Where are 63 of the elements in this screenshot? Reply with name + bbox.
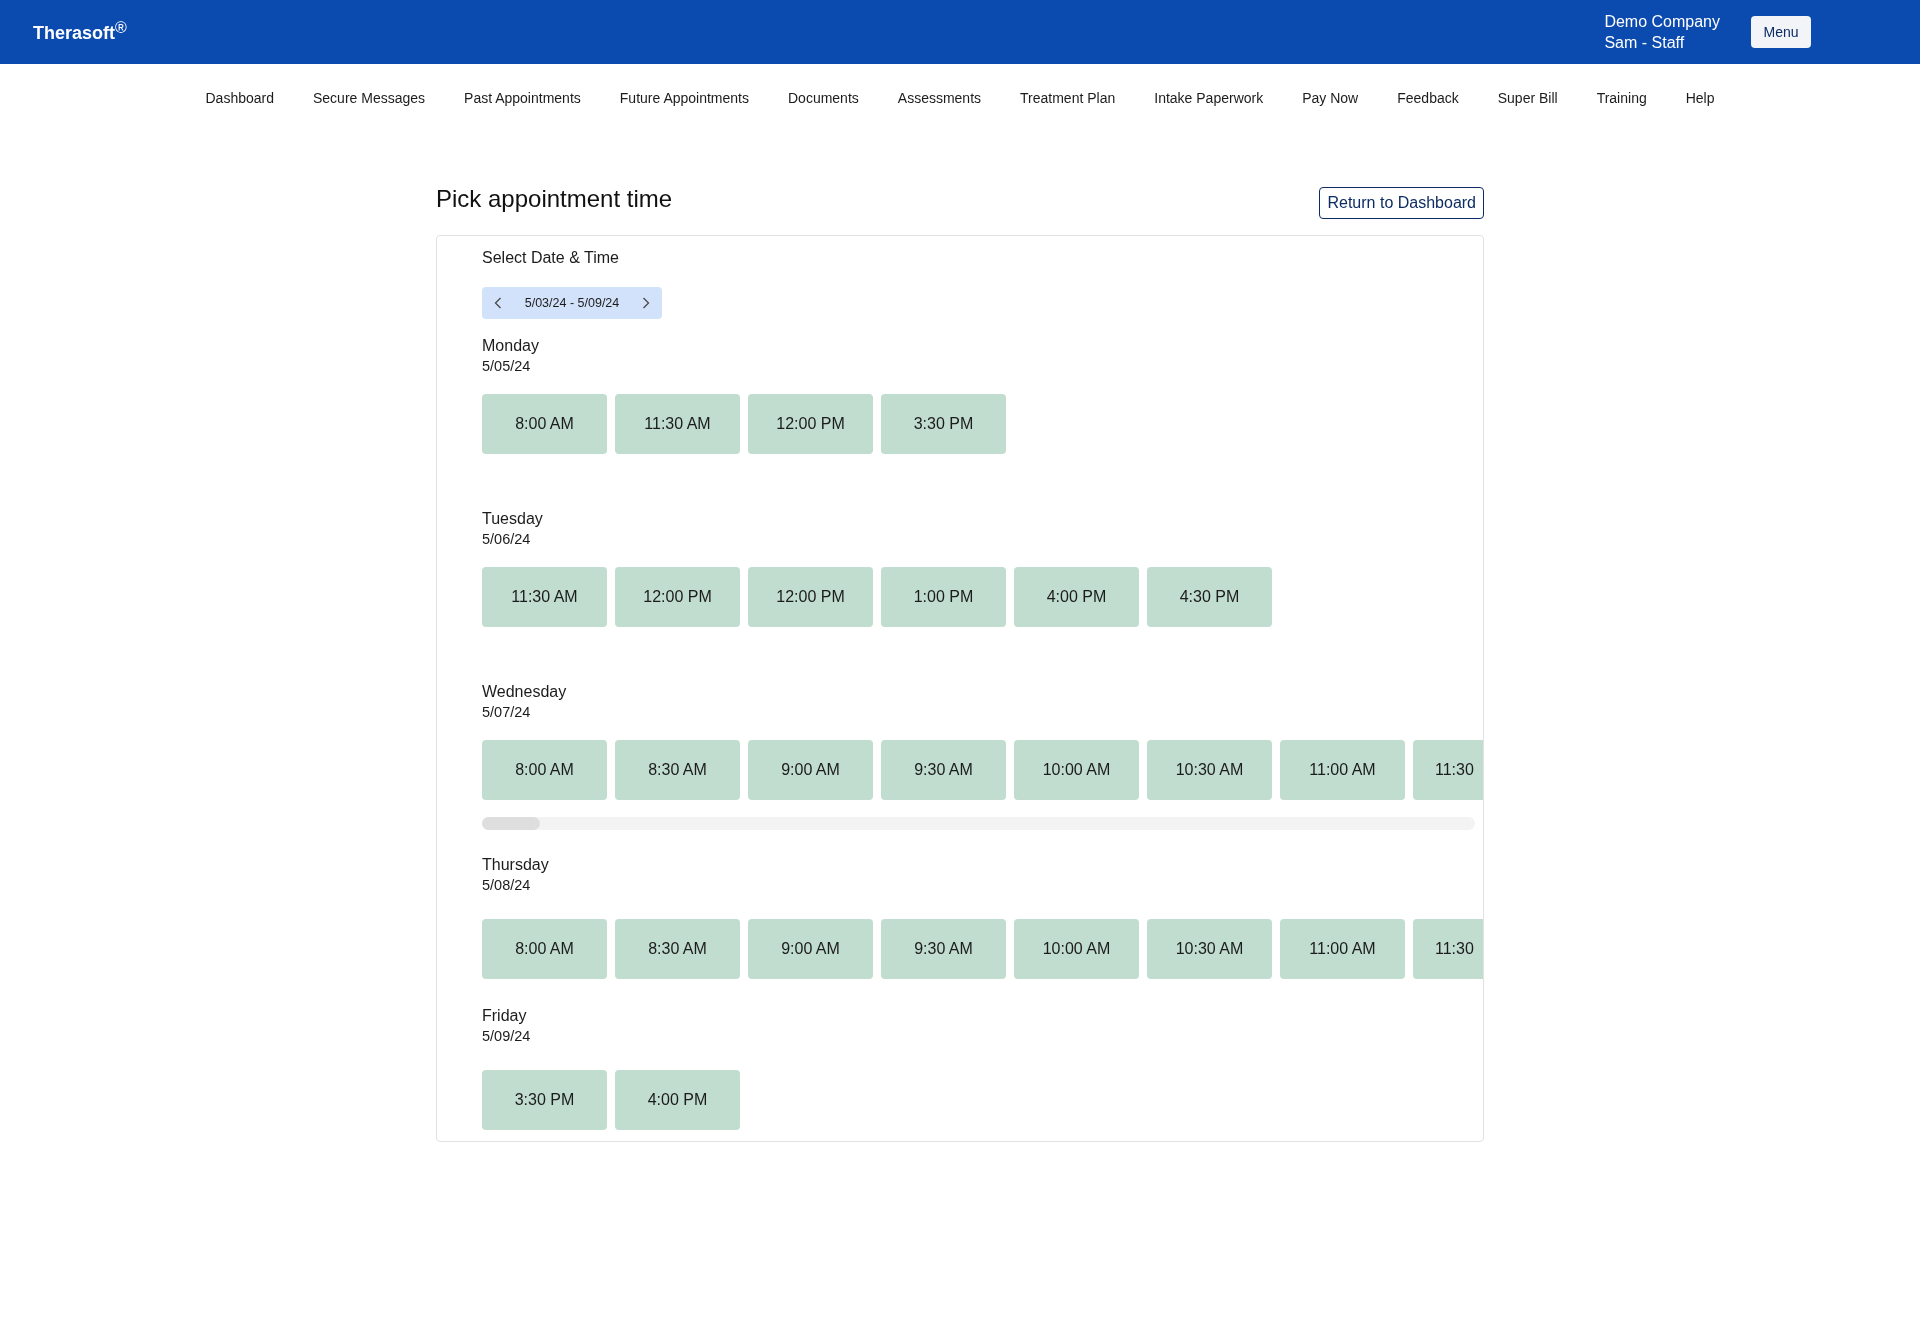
time-slot-button[interactable]: 8:30 AM (615, 740, 740, 800)
time-slot-button[interactable]: 4:00 PM (615, 1070, 740, 1130)
time-slot-button[interactable]: 9:30 AM (881, 740, 1006, 800)
page-title: Pick appointment time (436, 185, 673, 213)
time-slot-button[interactable]: 9:30 AM (881, 919, 1006, 979)
nav-link[interactable]: Documents (788, 89, 859, 107)
time-slot-button[interactable]: 11:30 AM (482, 567, 607, 627)
scrollbar-thumb[interactable] (482, 817, 540, 830)
menu-button[interactable]: Menu (1751, 16, 1811, 48)
time-slot-button[interactable]: 9:00 AM (748, 919, 873, 979)
company-name: Demo Company (1604, 12, 1720, 32)
time-slot-button[interactable]: 11:00 AM (1280, 740, 1405, 800)
chevron-left-icon[interactable] (494, 297, 502, 309)
nav-link[interactable]: Secure Messages (313, 89, 426, 107)
time-slot-button[interactable]: 10:30 AM (1147, 919, 1272, 979)
nav-link[interactable]: Treatment Plan (1020, 89, 1116, 107)
date-range: 5/03/24 - 5/09/24 (524, 295, 620, 311)
time-slot-button[interactable]: 11:30 AM (615, 394, 740, 454)
time-slot-button[interactable]: 3:30 PM (482, 1070, 607, 1130)
time-slot-button[interactable]: 12:00 PM (615, 567, 740, 627)
nav-link[interactable]: Assessments (897, 89, 982, 107)
time-slot-button[interactable]: 8:00 AM (482, 394, 607, 454)
time-slot-button[interactable]: 12:00 PM (748, 394, 873, 454)
time-slot-button[interactable]: 11:30 (1413, 740, 1483, 800)
time-slot-button[interactable]: 4:30 PM (1147, 567, 1272, 627)
logo: Therasoft$^{®}$ (33, 21, 127, 45)
day-name: Monday (482, 336, 539, 356)
chevron-right-icon[interactable] (642, 297, 650, 309)
day-name: Tuesday (482, 509, 543, 529)
time-slot-button[interactable]: 10:00 AM (1014, 740, 1139, 800)
user-name: Sam - Staff (1604, 33, 1685, 53)
day-date: 5/05/24 (482, 357, 531, 375)
nav-link[interactable]: Intake Paperwork (1154, 89, 1264, 107)
nav-link[interactable]: Future Appointments (619, 89, 749, 107)
nav-link[interactable]: Feedback (1397, 89, 1459, 107)
time-slot-button[interactable]: 8:00 AM (482, 919, 607, 979)
time-slot-button[interactable]: 11:30 (1413, 919, 1483, 979)
day-date: 5/08/24 (482, 876, 531, 894)
time-slot-button[interactable]: 1:00 PM (881, 567, 1006, 627)
day-name: Friday (482, 1006, 527, 1026)
day-name: Thursday (482, 855, 549, 875)
time-slot-button[interactable]: 8:30 AM (615, 919, 740, 979)
time-slot-button[interactable]: 4:00 PM (1014, 567, 1139, 627)
nav-link[interactable]: Past Appointments (464, 89, 581, 107)
nav-link[interactable]: Training (1596, 89, 1647, 107)
day-date: 5/09/24 (482, 1027, 531, 1045)
time-slot-button[interactable]: 8:00 AM (482, 740, 607, 800)
nav-link[interactable]: Super Bill (1497, 89, 1558, 107)
day-date: 5/07/24 (482, 703, 531, 721)
return-to-dashboard-button[interactable]: Return to Dashboard (1319, 187, 1484, 219)
time-slot-button[interactable]: 11:00 AM (1280, 919, 1405, 979)
nav-link[interactable]: Help (1685, 89, 1715, 107)
section-heading: Select Date & Time (482, 248, 619, 268)
time-slot-button[interactable]: 9:00 AM (748, 740, 873, 800)
day-name: Wednesday (482, 682, 567, 702)
horizontal-scrollbar[interactable] (482, 817, 1475, 830)
time-slot-button[interactable]: 10:00 AM (1014, 919, 1139, 979)
time-slot-button[interactable]: 3:30 PM (881, 394, 1006, 454)
time-slot-button[interactable]: 12:00 PM (748, 567, 873, 627)
time-slot-button[interactable]: 10:30 AM (1147, 740, 1272, 800)
nav-link[interactable]: Pay Now (1302, 89, 1359, 107)
day-date: 5/06/24 (482, 530, 531, 548)
nav-link[interactable]: Dashboard (205, 89, 274, 107)
